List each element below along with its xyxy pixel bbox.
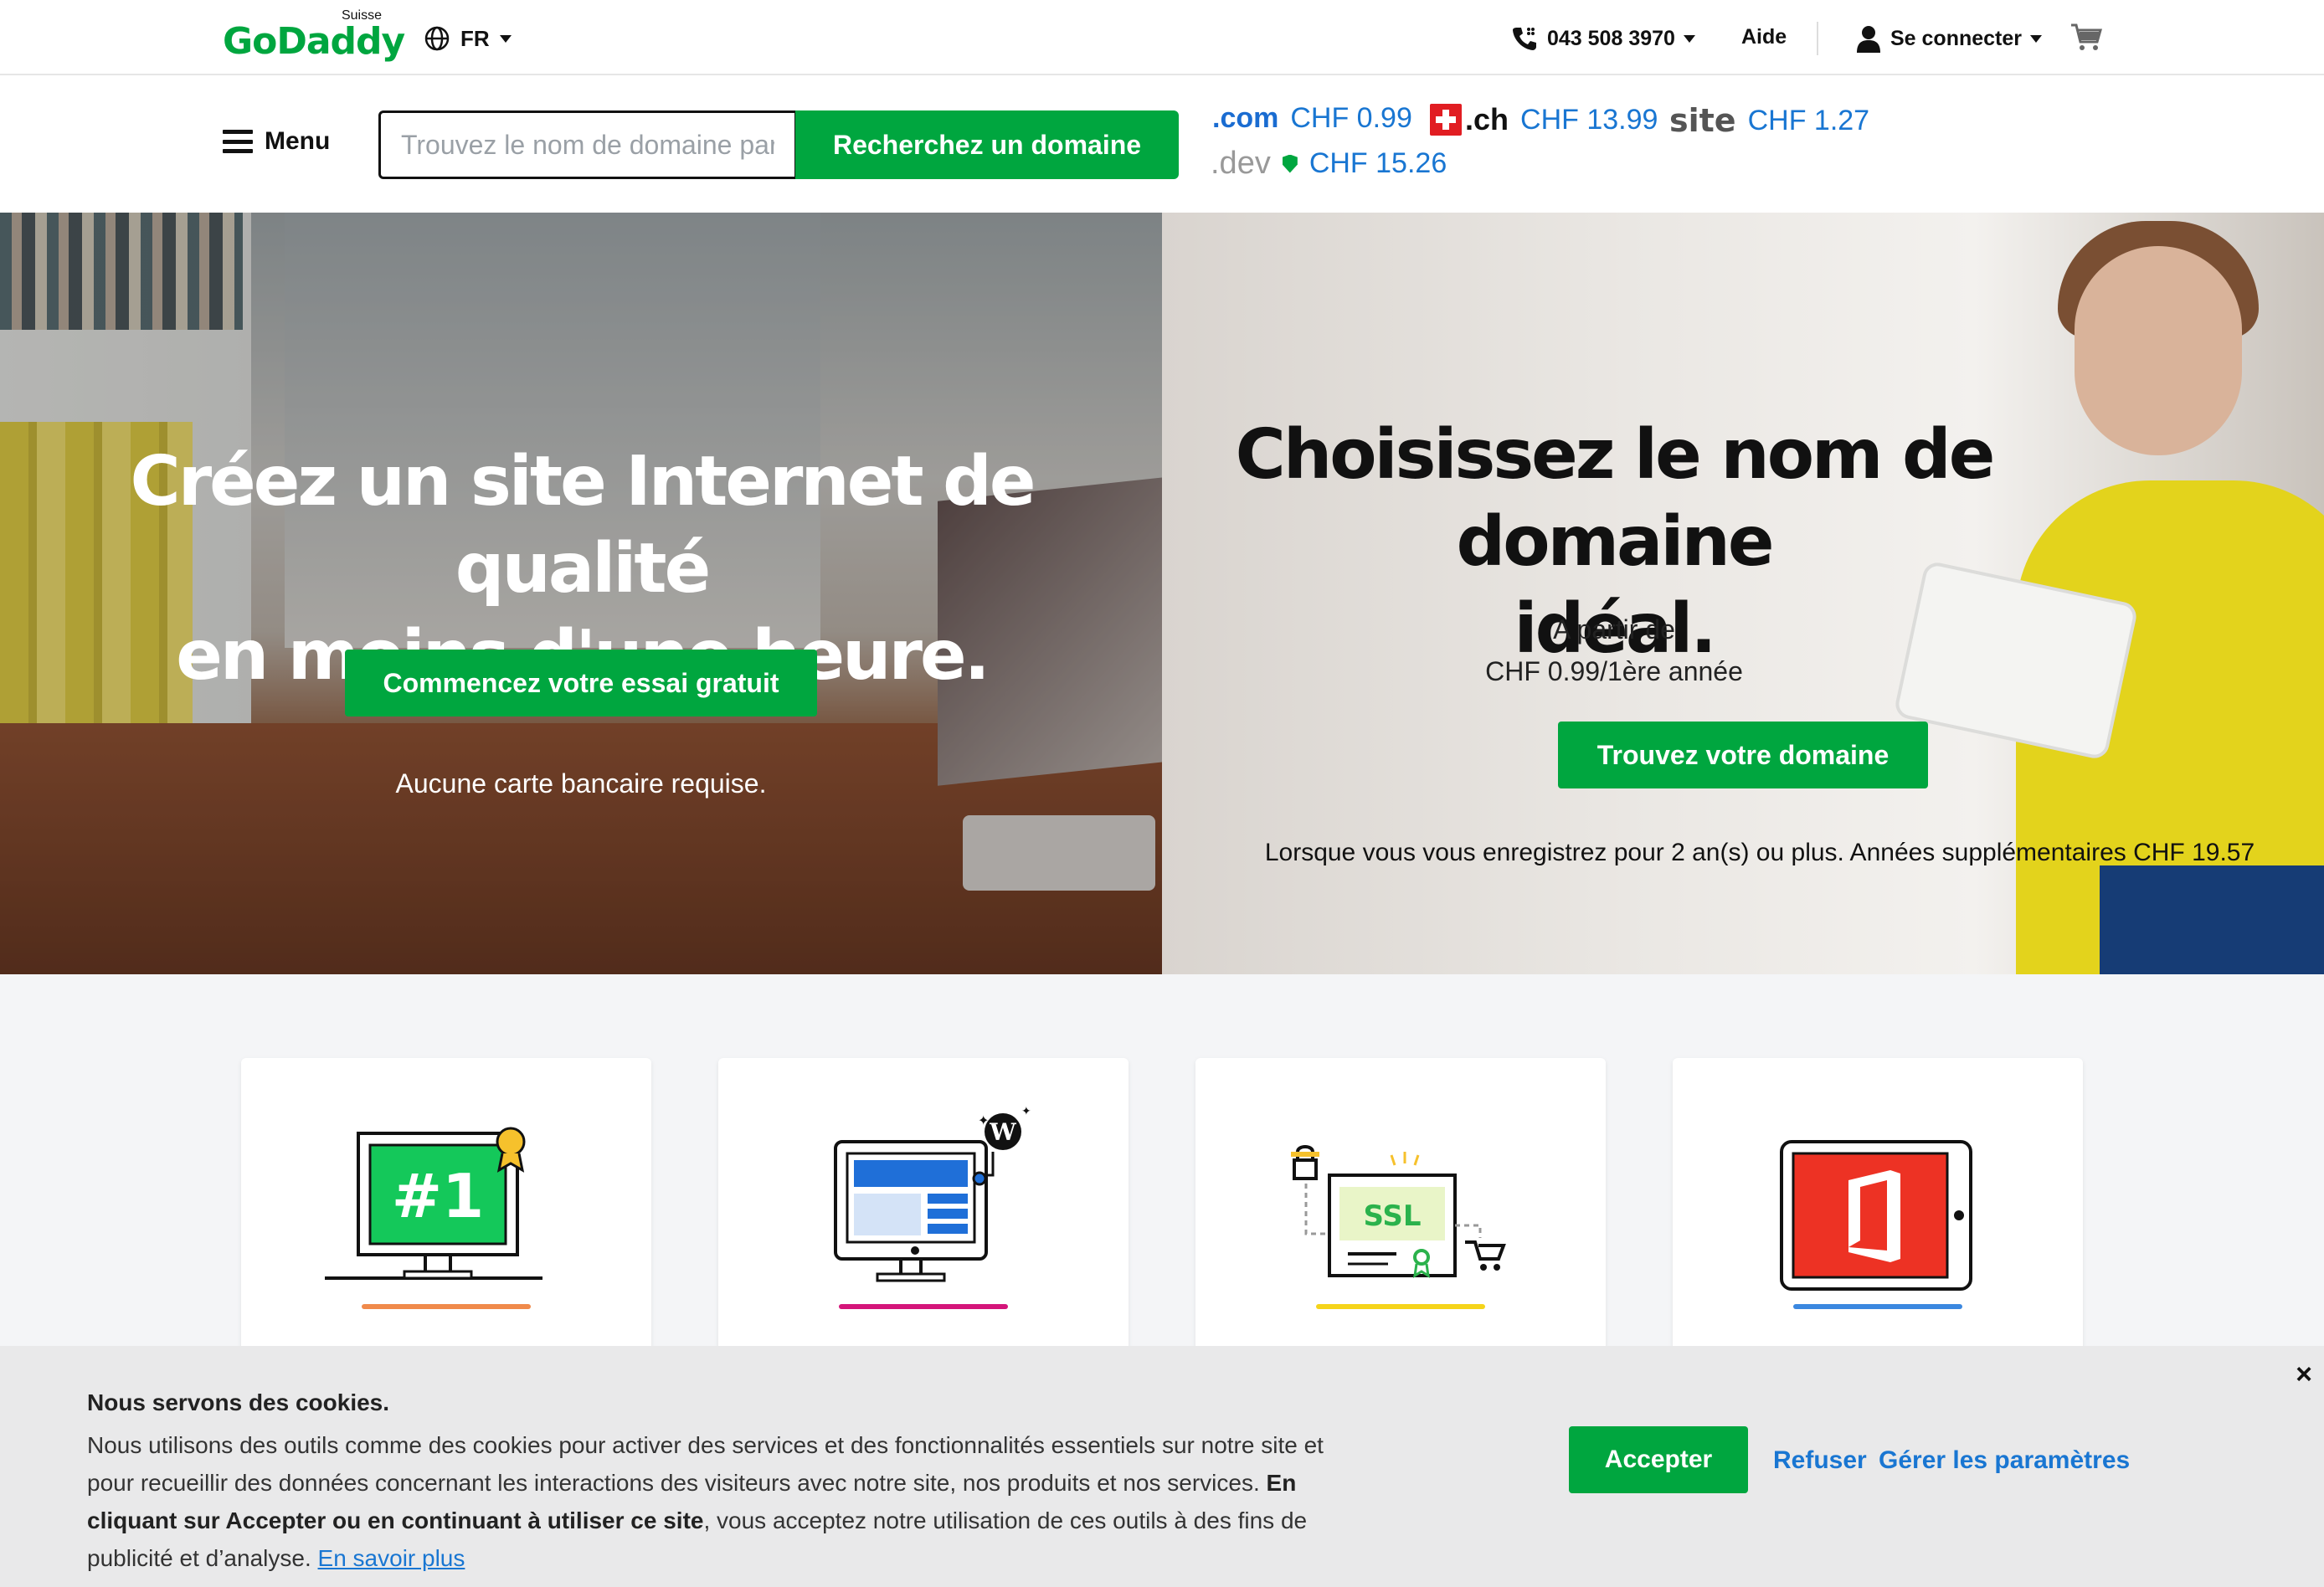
manage-cookie-settings-link[interactable]: Gérer les paramètres [1879, 1446, 2130, 1475]
card-accent-line [839, 1304, 1008, 1309]
godaddy-logo[interactable]: Suisse GoDaddy [223, 8, 405, 63]
phone-icon [1513, 28, 1536, 50]
cookie-message: Nous utilisons des outils comme des cook… [87, 1426, 1376, 1577]
refuse-cookies-link[interactable]: Refuser [1773, 1446, 1867, 1475]
tld-price: CHF 1.27 [1747, 104, 1870, 136]
cookie-text: Nous utilisons des outils comme des cook… [87, 1432, 1324, 1496]
learn-more-link[interactable]: En savoir plus [318, 1545, 465, 1571]
price-from-label: A partir de [1553, 614, 1675, 645]
svg-text:#1: #1 [392, 1161, 484, 1231]
language-selector[interactable]: FR [424, 22, 512, 55]
svg-text:✦: ✦ [978, 1114, 989, 1128]
tld-price: CHF 13.99 [1520, 103, 1658, 136]
tld-extension: site [1669, 102, 1736, 139]
sign-in-menu[interactable]: Se connecter [1855, 22, 2043, 55]
website-builder-promo: Créez un site Internet de qualité en moi… [0, 213, 1162, 974]
hero-section: Créez un site Internet de qualité en moi… [0, 213, 2324, 974]
tld-offer-site[interactable]: site CHF 1.27 [1669, 102, 1869, 139]
accept-cookies-button[interactable]: Accepter [1569, 1426, 1748, 1493]
hamburger-icon [223, 130, 253, 153]
svg-text:✦: ✦ [1021, 1104, 1031, 1117]
top-navigation-bar: Suisse GoDaddy FR 043 508 3970 Aide Se c… [0, 0, 2324, 75]
menu-label: Menu [265, 127, 331, 155]
tld-offer-ch[interactable]: .ch CHF 13.99 [1430, 102, 1658, 137]
chevron-down-icon [2030, 34, 2043, 43]
search-domain-button[interactable]: Recherchez un domaine [795, 110, 1179, 179]
close-icon[interactable]: × [2291, 1360, 2317, 1389]
globe-icon [424, 26, 450, 51]
background-person-face [2075, 246, 2242, 455]
price-first-year: CHF 0.99/1ère année [1485, 656, 1743, 686]
chevron-down-icon [1683, 34, 1695, 43]
price-disclaimer: Lorsque vous vous enregistrez pour 2 an(… [1264, 839, 2255, 866]
language-label: FR [460, 25, 490, 51]
no-card-note: Aucune carte bancaire requise. [395, 768, 767, 799]
domain-promo: Choisissez le nom de domaine idéal. A pa… [1162, 213, 2324, 974]
card-accent-line [1316, 1304, 1485, 1309]
cookie-title: Nous servons des cookies. [87, 1389, 390, 1415]
website-builder-wordpress-icon: W ✦ ✦ [834, 1104, 1031, 1282]
free-trial-button[interactable]: Commencez votre essai gratuit [345, 650, 817, 716]
ssl-certificate-icon: SSL [1291, 1145, 1506, 1278]
swiss-flag-icon [1430, 104, 1462, 136]
logo-wordmark: GoDaddy [223, 20, 405, 63]
ranking-number-one-icon: #1 [325, 1127, 542, 1280]
phone-number: 043 508 3970 [1547, 26, 1675, 50]
svg-text:W: W [989, 1118, 1016, 1146]
help-link[interactable]: Aide [1741, 25, 1787, 49]
divider [1817, 22, 1818, 55]
domain-search-bar: Menu Recherchez un domaine .com CHF 0.99… [0, 77, 2324, 213]
tld-price: CHF 0.99 [1290, 102, 1412, 134]
tld-price: CHF 15.26 [1309, 147, 1447, 179]
cookie-consent-banner: Nous servons des cookies. Nous utilisons… [0, 1346, 2324, 1587]
chevron-down-icon [499, 34, 512, 43]
tld-offer-com[interactable]: .com CHF 0.99 [1212, 102, 1412, 135]
tld-offer-dev[interactable]: .dev CHF 15.26 [1211, 146, 1447, 182]
office-365-icon [1780, 1140, 1972, 1291]
user-icon [1857, 26, 1880, 53]
headline-line: Choisissez le nom de domaine [1235, 415, 1996, 582]
tld-extension: .dev [1211, 146, 1271, 181]
card-accent-line [1793, 1304, 1962, 1309]
ssl-label: SSL [1363, 1199, 1421, 1233]
shield-icon [1282, 154, 1298, 173]
menu-button[interactable]: Menu [223, 127, 330, 156]
phone-contact[interactable]: 043 508 3970 [1510, 22, 1695, 55]
tld-extension: .com [1212, 102, 1279, 134]
tld-extension: .ch [1465, 102, 1509, 136]
domain-search-input[interactable] [378, 110, 797, 179]
cart-icon[interactable] [2069, 20, 2103, 54]
card-accent-line [362, 1304, 531, 1309]
find-domain-button[interactable]: Trouvez votre domaine [1558, 722, 1928, 788]
background-person-pants [2100, 865, 2324, 974]
sign-in-label: Se connecter [1890, 26, 2023, 50]
headline-line: Créez un site Internet de qualité [130, 442, 1036, 609]
